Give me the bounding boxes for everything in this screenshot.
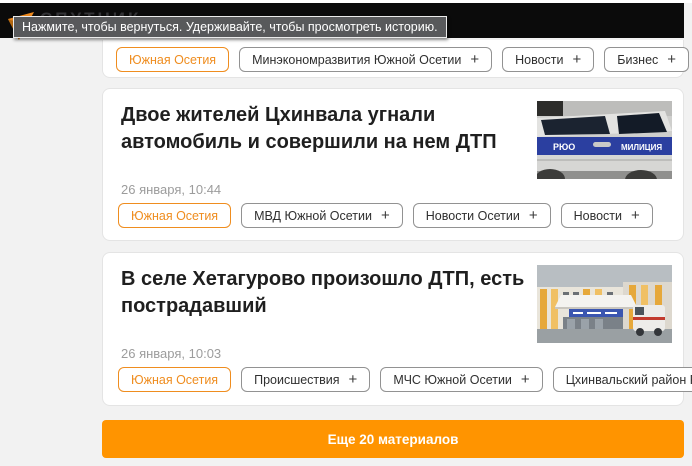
tag-label: Новости: [574, 209, 622, 223]
tag-label: Новости Осетии: [426, 209, 520, 223]
hospital-photo[interactable]: [537, 265, 672, 343]
tag-active[interactable]: Южная Осетия: [118, 367, 231, 392]
tag-label: Южная Осетия: [131, 373, 218, 387]
tag-button[interactable]: Новости +: [561, 203, 653, 228]
tag-label: Происшествия: [254, 373, 339, 387]
load-more-button[interactable]: Еще 20 материалов: [102, 420, 684, 458]
article-date: 26 января, 10:44: [121, 182, 221, 197]
add-tag-icon: +: [667, 52, 676, 67]
tag-button[interactable]: МЧС Южной Осетии +: [380, 367, 542, 392]
tags-row: Южная Осетия Происшествия + МЧС Южной Ос…: [118, 367, 692, 392]
tag-button[interactable]: Цхинвальский район РЮО +: [553, 367, 692, 392]
article-title[interactable]: В селе Хетагурово произошло ДТП, есть по…: [121, 266, 541, 320]
tag-button[interactable]: Минэкономразвития Южной Осетии +: [239, 47, 492, 72]
add-tag-icon: +: [470, 52, 479, 67]
add-tag-icon: +: [631, 208, 640, 223]
tag-label: Бизнес: [617, 53, 658, 67]
tag-label: Новости: [515, 53, 563, 67]
tags-row: Южная Осетия Минэкономразвития Южной Осе…: [116, 47, 689, 72]
tag-button[interactable]: Новости +: [502, 47, 594, 72]
tag-button[interactable]: Бизнес +: [604, 47, 689, 72]
photo-text-right: МИЛИЦИЯ: [621, 143, 662, 152]
photo-text-left: РЮО: [553, 142, 575, 152]
tag-active[interactable]: Южная Осетия: [118, 203, 231, 228]
tag-button[interactable]: Новости Осетии +: [413, 203, 551, 228]
article-date: 26 января, 10:03: [121, 346, 221, 361]
add-tag-icon: +: [521, 372, 530, 387]
tag-label: Цхинвальский район РЮО: [566, 373, 692, 387]
tag-label: Южная Осетия: [129, 53, 216, 67]
add-tag-icon: +: [529, 208, 538, 223]
tag-label: Южная Осетия: [131, 209, 218, 223]
tag-active[interactable]: Южная Осетия: [116, 47, 229, 72]
tags-row: Южная Осетия МВД Южной Осетии + Новости …: [118, 203, 653, 228]
article-title[interactable]: Двое жителей Цхинвала угнали автомобиль …: [121, 102, 541, 156]
news-feed-page: { "tooltip": { "text": "Нажмите, чтобы в…: [0, 0, 692, 466]
tag-label: МЧС Южной Осетии: [393, 373, 512, 387]
article-card-partial: Южная Осетия Минэкономразвития Южной Осе…: [102, 40, 684, 78]
add-tag-icon: +: [381, 208, 390, 223]
browser-back-tooltip: Нажмите, чтобы вернуться. Удерживайте, ч…: [13, 16, 447, 38]
article-card: Двое жителей Цхинвала угнали автомобиль …: [102, 88, 684, 241]
tag-button[interactable]: МВД Южной Осетии +: [241, 203, 403, 228]
tag-label: МВД Южной Осетии: [254, 209, 372, 223]
police-car-photo[interactable]: РЮО МИЛИЦИЯ: [537, 101, 672, 179]
add-tag-icon: +: [349, 372, 358, 387]
add-tag-icon: +: [573, 52, 582, 67]
tag-label: Минэкономразвития Южной Осетии: [252, 53, 461, 67]
article-card: В селе Хетагурово произошло ДТП, есть по…: [102, 252, 684, 406]
tag-button[interactable]: Происшествия +: [241, 367, 370, 392]
